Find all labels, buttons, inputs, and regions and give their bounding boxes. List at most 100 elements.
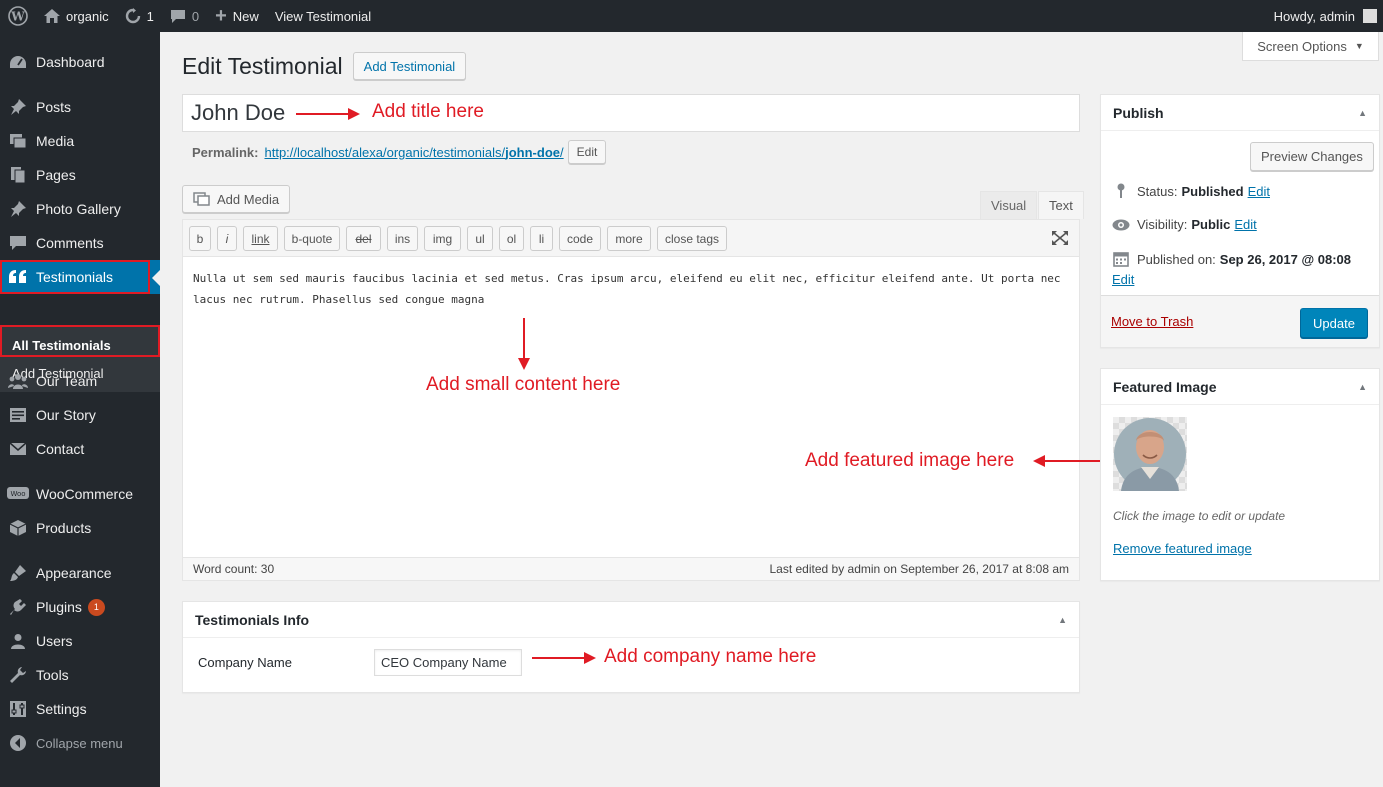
sidebar-item-label: Appearance	[36, 565, 112, 581]
visibility-edit-link[interactable]: Edit	[1234, 217, 1256, 232]
publish-actions: Move to Trash Update	[1101, 295, 1379, 347]
quicktag-ul-button[interactable]: ul	[467, 226, 493, 251]
quicktag-img-button[interactable]: img	[424, 226, 461, 251]
avatar	[1363, 9, 1377, 23]
quicktag-link-button[interactable]: link	[243, 226, 278, 251]
quicktag-b-quote-button[interactable]: b-quote	[284, 226, 340, 251]
view-testimonial-link[interactable]: View Testimonial	[267, 0, 379, 32]
site-name-link[interactable]: organic	[36, 0, 117, 32]
quicktag-del-button[interactable]: del	[346, 226, 381, 251]
updates-count: 1	[146, 8, 154, 24]
pin-icon	[0, 98, 36, 116]
sidebar-item-settings[interactable]: Settings	[0, 692, 160, 726]
publish-header[interactable]: Publish ▲	[1101, 95, 1379, 131]
sidebar-item-comments[interactable]: Comments	[0, 226, 160, 260]
visibility-row: Visibility: Public Edit	[1111, 217, 1257, 232]
sidebar-item-pages[interactable]: Pages	[0, 158, 160, 192]
company-name-input[interactable]: CEO Company Name	[374, 649, 522, 676]
quicktags-toolbar: b i link b-quote del ins img ul ol li code more clos…	[183, 220, 1079, 257]
preview-changes-button[interactable]: Preview Changes	[1250, 142, 1374, 171]
sidebar-item-label: Users	[36, 633, 73, 649]
quicktag-li-button[interactable]: li	[530, 226, 553, 251]
quicktag-i-button[interactable]: i	[217, 226, 237, 251]
admin-sidebar: All Testimonials Add Testimonial Dashboa…	[0, 32, 160, 787]
editor-textarea[interactable]: Nulla ut sem sed mauris faucibus lacinia…	[193, 268, 1063, 310]
sidebar-item-testimonials[interactable]: Testimonials	[0, 260, 160, 294]
annotation-arrow-title	[296, 113, 350, 115]
sidebar-item-users[interactable]: Users	[0, 624, 160, 658]
sidebar-item-label: Comments	[36, 235, 104, 251]
sidebar-item-our-story[interactable]: Our Story	[0, 398, 160, 432]
featured-image-header[interactable]: Featured Image ▲	[1101, 369, 1379, 405]
my-account-link[interactable]: Howdy, admin	[1266, 0, 1383, 32]
quicktag-ol-button[interactable]: ol	[499, 226, 524, 251]
new-content-link[interactable]: + New	[207, 0, 267, 32]
mail-icon	[0, 442, 36, 456]
sidebar-item-appearance[interactable]: Appearance	[0, 556, 160, 590]
company-name-value: CEO Company Name	[381, 655, 507, 670]
fullscreen-icon[interactable]	[1051, 230, 1069, 246]
title-row: Edit Testimonial Add Testimonial	[182, 52, 467, 80]
sidebar-item-our-team[interactable]: Our Team	[0, 364, 160, 398]
user-icon	[0, 633, 36, 649]
published-edit-link[interactable]: Edit	[1112, 272, 1134, 287]
move-to-trash-link[interactable]: Move to Trash	[1111, 314, 1193, 329]
remove-featured-image-link[interactable]: Remove featured image	[1113, 541, 1252, 556]
status-edit-link[interactable]: Edit	[1248, 184, 1270, 199]
caret-up-icon[interactable]: ▲	[1058, 615, 1067, 625]
quicktag-code-button[interactable]: code	[559, 226, 601, 251]
quicktag-b-button[interactable]: b	[189, 226, 211, 251]
quote-icon	[0, 269, 36, 285]
add-media-label: Add Media	[217, 191, 280, 207]
tab-text[interactable]: Text	[1038, 191, 1084, 219]
publish-title: Publish	[1113, 104, 1164, 121]
featured-image-title: Featured Image	[1113, 378, 1217, 395]
annotation-arrow-company	[532, 657, 586, 659]
products-icon	[0, 519, 36, 537]
permalink-row: Permalink: http://localhost/alexa/organi…	[192, 140, 607, 164]
sidebar-item-collapse-menu[interactable]: Collapse menu	[0, 726, 160, 760]
quicktag-ins-button[interactable]: ins	[387, 226, 418, 251]
wp-logo-button[interactable]: W	[0, 0, 36, 32]
sidebar-item-woocommerce[interactable]: Woo WooCommerce	[0, 477, 160, 511]
comments-count: 0	[191, 8, 200, 24]
sidebar-item-contact[interactable]: Contact	[0, 432, 160, 466]
sidebar-item-dashboard[interactable]: Dashboard	[0, 45, 160, 79]
add-media-button[interactable]: Add Media	[182, 185, 291, 213]
sidebar-item-tools[interactable]: Tools	[0, 658, 160, 692]
sidebar-item-photo-gallery[interactable]: Photo Gallery	[0, 192, 160, 226]
annotation-arrow-content	[523, 318, 525, 362]
publish-box: Publish ▲ Preview Changes Status: Publis…	[1100, 94, 1380, 348]
permalink-edit-button[interactable]: Edit	[567, 140, 607, 164]
settings-icon	[0, 700, 36, 718]
add-media-icon	[193, 191, 211, 207]
status-label: Status:	[1137, 183, 1178, 199]
add-testimonial-button[interactable]: Add Testimonial	[352, 52, 467, 80]
caret-down-icon: ▼	[1354, 41, 1364, 51]
sidebar-item-posts[interactable]: Posts	[0, 90, 160, 124]
testimonials-info-header[interactable]: Testimonials Info ▲	[183, 602, 1079, 638]
comments-link[interactable]: 0	[162, 0, 207, 32]
sidebar-item-products[interactable]: Products	[0, 511, 160, 545]
featured-image-thumbnail[interactable]	[1113, 417, 1187, 491]
caret-up-icon[interactable]: ▲	[1358, 108, 1367, 118]
featured-image-hint: Click the image to edit or update	[1113, 509, 1286, 523]
arrow-head-icon	[348, 108, 360, 120]
tab-visual[interactable]: Visual	[980, 191, 1038, 219]
updates-link[interactable]: 1	[117, 0, 162, 32]
caret-up-icon[interactable]: ▲	[1358, 382, 1367, 392]
sidebar-item-plugins[interactable]: Plugins 1	[0, 590, 160, 624]
sidebar-item-media[interactable]: Media	[0, 124, 160, 158]
submenu-all-testimonials[interactable]: All Testimonials	[12, 338, 111, 353]
home-icon	[44, 9, 60, 23]
permalink-link[interactable]: http://localhost/alexa/organic/testimoni…	[264, 145, 563, 160]
quicktag-close-tags-button[interactable]: close tags	[657, 226, 727, 251]
sidebar-item-label: Testimonials	[36, 269, 114, 285]
woo-icon: Woo	[0, 487, 36, 501]
screen-options-button[interactable]: Screen Options ▼	[1242, 32, 1379, 61]
site-name: organic	[66, 8, 109, 24]
quicktag-more-button[interactable]: more	[607, 226, 651, 251]
pin-icon	[1111, 183, 1131, 199]
svg-text:W: W	[10, 10, 25, 24]
update-button[interactable]: Update	[1300, 308, 1368, 338]
